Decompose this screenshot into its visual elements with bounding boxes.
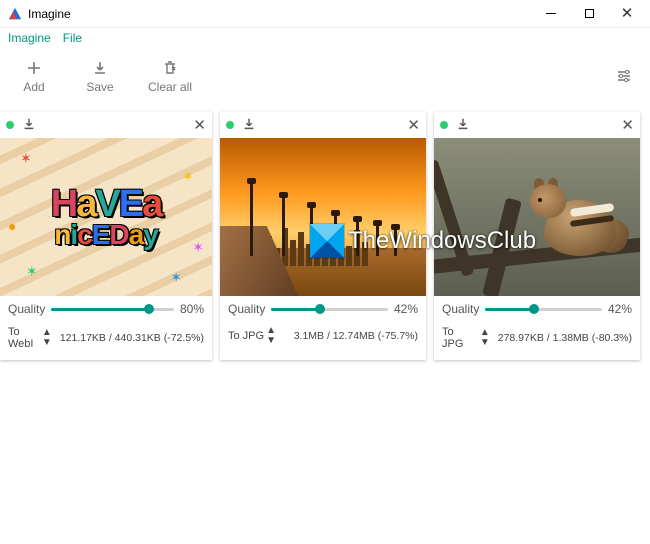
status-dot-icon [440,121,448,129]
cards-row: ✕ ✶ ✶ ✶ ✶ ● ✶ HaVEa nicEDay Qua [0,104,650,360]
app-logo-icon [8,7,22,21]
quality-value: 42% [394,302,418,316]
menu-imagine[interactable]: Imagine [8,31,51,45]
status-dot-icon [6,121,14,129]
card-close-button[interactable]: ✕ [621,118,634,133]
add-label: Add [23,80,44,94]
titlebar: Imagine ✕ [0,0,650,28]
image-card: ✕ Quality 42% [434,112,640,360]
image-thumbnail[interactable] [434,138,640,296]
sliders-icon [614,66,634,86]
toolbar: Add Save Clear all [0,48,650,104]
quality-label: Quality [8,302,45,316]
size-info: 278.97KB / 1.38MB (-80.3%) [498,332,632,344]
quality-label: Quality [228,302,265,316]
size-info: 3.1MB / 12.74MB (-75.7%) [294,330,418,342]
save-button[interactable]: Save [82,58,118,94]
card-download-button[interactable] [456,117,470,134]
card-close-button[interactable]: ✕ [407,118,420,133]
quality-label: Quality [442,302,479,316]
clear-all-button[interactable]: Clear all [148,58,192,94]
image-card: ✕ ✶ ✶ ✶ ✶ ● ✶ HaVEa nicEDay Qua [0,112,212,360]
window-minimize-button[interactable] [532,0,570,28]
download-icon [90,58,110,78]
menubar: Imagine File [0,28,650,48]
format-label: To WebI [8,326,40,350]
format-select[interactable]: To WebI ▲▼ [8,326,52,350]
quality-value: 42% [608,302,632,316]
size-info: 121.17KB / 440.31KB (-72.5%) [60,332,204,344]
format-label: To JPG [442,326,478,350]
card-download-button[interactable] [242,117,256,134]
quality-slider[interactable] [51,302,174,316]
window-close-button[interactable]: ✕ [608,0,646,28]
quality-slider[interactable] [271,302,388,316]
menu-file[interactable]: File [63,31,82,45]
card-close-button[interactable]: ✕ [193,118,206,133]
format-label: To JPG [228,330,264,342]
sort-icon: ▲▼ [266,326,276,346]
save-label: Save [86,80,113,94]
window-maximize-button[interactable] [570,0,608,28]
clear-icon [160,58,180,78]
sort-icon: ▲▼ [480,328,490,348]
format-select[interactable]: To JPG ▲▼ [442,326,490,350]
quality-slider[interactable] [485,302,602,316]
quality-value: 80% [180,302,204,316]
clear-all-label: Clear all [148,80,192,94]
card-download-button[interactable] [22,117,36,134]
plus-icon [24,58,44,78]
image-thumbnail[interactable]: ✶ ✶ ✶ ✶ ● ✶ HaVEa nicEDay [0,138,212,296]
status-dot-icon [226,121,234,129]
add-button[interactable]: Add [16,58,52,94]
app-title: Imagine [28,7,71,21]
format-select[interactable]: To JPG ▲▼ [228,326,276,346]
image-thumbnail[interactable] [220,138,426,296]
image-card: ✕ Quality [220,112,426,360]
settings-button[interactable] [614,66,634,86]
sort-icon: ▲▼ [42,328,52,348]
